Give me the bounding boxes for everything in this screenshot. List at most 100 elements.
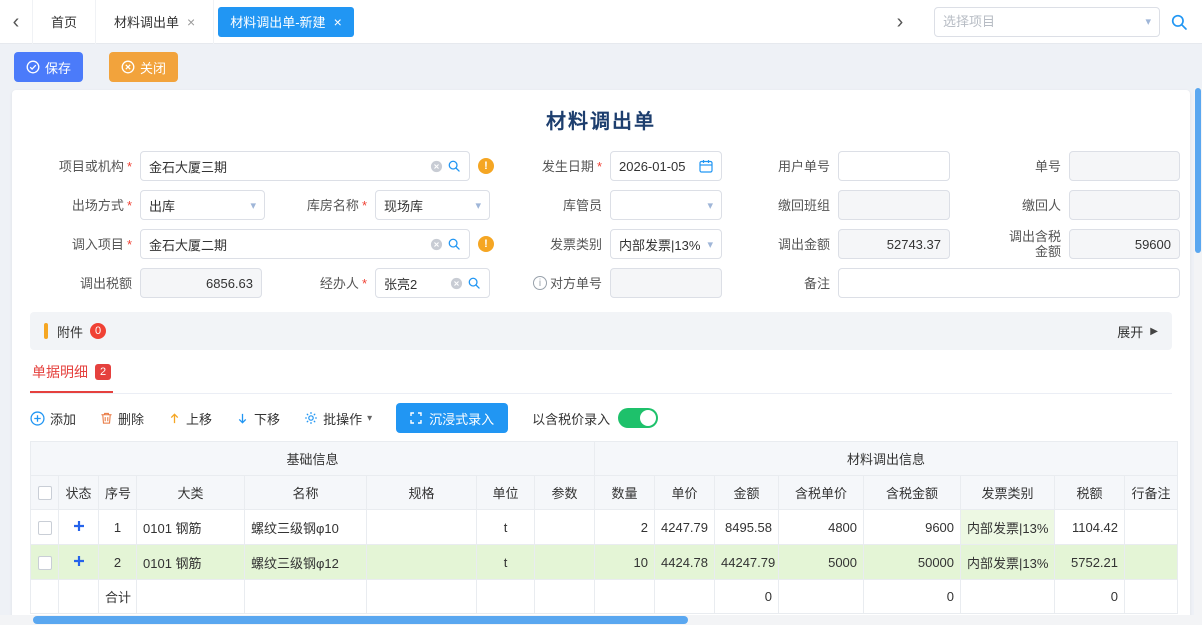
- keeper-select[interactable]: ▾: [610, 190, 722, 220]
- section-accent-bar: [44, 323, 48, 339]
- tab-home[interactable]: 首页: [32, 0, 96, 44]
- project-select-input[interactable]: [943, 14, 1145, 29]
- horizontal-scrollbar[interactable]: [0, 615, 1202, 625]
- required-asterisk: *: [362, 276, 367, 291]
- cell-unit[interactable]: t: [477, 545, 535, 580]
- page: ‹ 首页 材料调出单 × 材料调出单-新建 × › ▾ 保存 关闭: [0, 0, 1202, 625]
- attachment-section[interactable]: 附件 0 展开 ▶: [30, 312, 1172, 350]
- cell-qty[interactable]: 2: [595, 510, 655, 545]
- cell-tax-amount[interactable]: 50000: [864, 545, 961, 580]
- immersive-entry-button[interactable]: 沉浸式录入: [396, 403, 508, 433]
- horizontal-scrollbar-thumb[interactable]: [33, 616, 688, 624]
- cell-spec[interactable]: [367, 510, 477, 545]
- close-icon[interactable]: ×: [334, 14, 342, 30]
- column-header-row: 状态 序号 大类 名称 规格 单位 参数 数量 单价 金额 含税单价 含税金额 …: [31, 476, 1178, 510]
- row-checkbox[interactable]: [38, 556, 52, 570]
- cell-tax: 5752.21: [1055, 545, 1125, 580]
- cell-name[interactable]: 螺纹三级钢φ12: [245, 545, 367, 580]
- form-row-3: 调入项目* ! 发票类别 内部发票|13% ▾ 调出金额 调出含税金额: [12, 229, 1190, 259]
- occur-date-field[interactable]: [610, 151, 722, 181]
- cell-price[interactable]: 4424.78: [655, 545, 715, 580]
- table-row-selected[interactable]: 2 0101 钢筋 螺纹三级钢φ12 t 10 4424.78 44247.79…: [31, 545, 1178, 580]
- cell-invoice[interactable]: 内部发票|13%: [961, 510, 1055, 545]
- clear-icon[interactable]: [430, 160, 443, 173]
- cell-tax-price[interactable]: 4800: [779, 510, 864, 545]
- tab-material-out-new[interactable]: 材料调出单-新建 ×: [218, 7, 354, 37]
- cell-tax-amount[interactable]: 9600: [864, 510, 961, 545]
- total-amount: 0: [715, 580, 779, 614]
- user-no-label: 用户单号: [722, 159, 838, 174]
- insert-row-icon[interactable]: [73, 520, 85, 532]
- clear-icon[interactable]: [450, 277, 463, 290]
- cell-qty[interactable]: 10: [595, 545, 655, 580]
- cell-remark[interactable]: [1125, 545, 1178, 580]
- tabs-scroll-right-icon[interactable]: ›: [884, 0, 916, 44]
- cell-remark[interactable]: [1125, 510, 1178, 545]
- move-up-button[interactable]: 上移: [168, 409, 212, 428]
- cell-unit[interactable]: t: [477, 510, 535, 545]
- total-row: 合计 0 0 0: [31, 580, 1178, 614]
- info-icon[interactable]: !: [478, 158, 494, 174]
- form-card: 材料调出单 项目或机构* ! 发生日期* 用户单号 单号: [12, 90, 1190, 623]
- project-org-field[interactable]: [140, 151, 470, 181]
- tax-price-toggle[interactable]: [618, 408, 658, 428]
- out-method-select[interactable]: 出库 ▾: [140, 190, 265, 220]
- in-project-field[interactable]: [140, 229, 470, 259]
- remark-field[interactable]: [838, 268, 1180, 298]
- expand-toggle[interactable]: 展开 ▶: [1117, 322, 1158, 341]
- table-row[interactable]: 1 0101 钢筋 螺纹三级钢φ10 t 2 4247.79 8495.58 4…: [31, 510, 1178, 545]
- row-checkbox[interactable]: [38, 521, 52, 535]
- warehouse-select[interactable]: 现场库 ▾: [375, 190, 490, 220]
- tab-material-out[interactable]: 材料调出单 ×: [96, 0, 214, 44]
- cell-category[interactable]: 0101 钢筋: [137, 510, 245, 545]
- cell-invoice[interactable]: 内部发票|13%: [961, 545, 1055, 580]
- return-team-input: [847, 198, 941, 213]
- in-project-input[interactable]: [149, 237, 426, 252]
- select-all-checkbox[interactable]: [38, 486, 52, 500]
- search-icon[interactable]: [467, 276, 481, 290]
- cell-price[interactable]: 4247.79: [655, 510, 715, 545]
- close-icon[interactable]: ×: [187, 14, 195, 30]
- info-icon[interactable]: !: [478, 236, 494, 252]
- cell-param[interactable]: [535, 510, 595, 545]
- project-org-input[interactable]: [149, 159, 426, 174]
- arrow-down-icon: [236, 412, 249, 425]
- tabs-scroll-left-icon[interactable]: ‹: [0, 0, 32, 44]
- save-button[interactable]: 保存: [14, 52, 83, 82]
- calendar-icon[interactable]: [699, 159, 713, 173]
- search-icon[interactable]: [447, 159, 461, 173]
- cell-spec[interactable]: [367, 545, 477, 580]
- tab-label: 材料调出单-新建: [230, 12, 325, 31]
- insert-row-icon[interactable]: [73, 555, 85, 567]
- handler-input[interactable]: [384, 276, 446, 291]
- invoice-type-select[interactable]: 内部发票|13% ▾: [610, 229, 722, 259]
- add-row-button[interactable]: 添加: [30, 409, 76, 428]
- out-amount-tax-label: 调出含税金额: [950, 229, 1069, 259]
- search-icon[interactable]: [1170, 13, 1188, 31]
- user-no-input[interactable]: [847, 159, 941, 174]
- move-down-button[interactable]: 下移: [236, 409, 280, 428]
- project-select[interactable]: ▾: [934, 7, 1160, 37]
- col-name: 名称: [245, 476, 367, 510]
- clear-icon[interactable]: [430, 238, 443, 251]
- col-unit: 单位: [477, 476, 535, 510]
- close-form-button[interactable]: 关闭: [109, 52, 178, 82]
- occur-date-input[interactable]: [619, 159, 695, 174]
- cell-tax-price[interactable]: 5000: [779, 545, 864, 580]
- remark-input[interactable]: [847, 276, 1171, 291]
- cell-category[interactable]: 0101 钢筋: [137, 545, 245, 580]
- handler-field[interactable]: [375, 268, 490, 298]
- handler-label: 经办人*: [262, 276, 375, 291]
- user-no-field[interactable]: [838, 151, 950, 181]
- help-icon[interactable]: i: [533, 276, 547, 290]
- vertical-scrollbar-thumb[interactable]: [1195, 88, 1201, 253]
- in-project-label: 调入项目*: [32, 237, 140, 252]
- vertical-scrollbar[interactable]: [1194, 88, 1202, 615]
- doc-no-field: [1069, 151, 1180, 181]
- cell-param[interactable]: [535, 545, 595, 580]
- delete-row-button[interactable]: 删除: [100, 409, 144, 428]
- search-icon[interactable]: [447, 237, 461, 251]
- batch-ops-menu[interactable]: 批操作 ▾: [304, 409, 372, 428]
- tab-detail-lines[interactable]: 单据明细 2: [30, 362, 113, 393]
- cell-name[interactable]: 螺纹三级钢φ10: [245, 510, 367, 545]
